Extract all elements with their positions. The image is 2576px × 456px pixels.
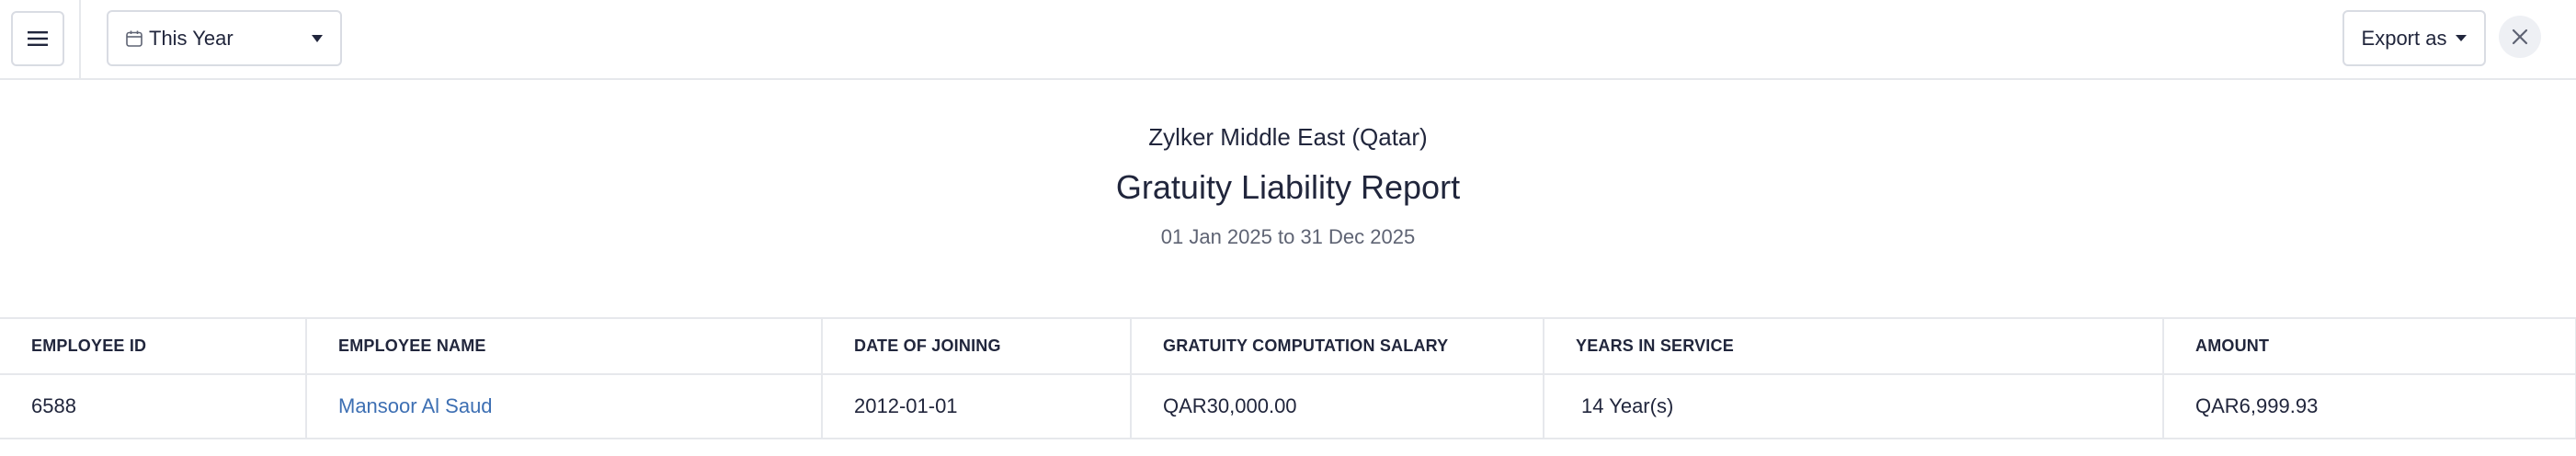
calendar-icon [125, 29, 143, 48]
column-header-years-in-service[interactable]: YEARS IN SERVICE [1543, 317, 2164, 375]
caret-down-icon [311, 34, 324, 43]
column-header-amount[interactable]: AMOUNT [2162, 317, 2576, 375]
cell-gratuity-salary: QAR30,000.00 [1130, 373, 1544, 439]
close-icon [2512, 28, 2528, 45]
report-toolbar: This Year Export as [0, 0, 2576, 80]
caret-down-icon [2456, 34, 2468, 42]
period-dropdown[interactable]: This Year [107, 10, 342, 66]
column-header-employee-id[interactable]: EMPLOYEE ID [0, 317, 307, 375]
cell-amount: QAR6,999.93 [2162, 373, 2576, 439]
export-as-label: Export as [2361, 26, 2447, 50]
hamburger-menu-icon [28, 31, 48, 46]
toolbar-divider [79, 0, 81, 80]
export-as-button[interactable]: Export as [2342, 10, 2486, 66]
menu-button[interactable] [11, 11, 64, 66]
column-header-employee-name[interactable]: EMPLOYEE NAME [305, 317, 823, 375]
employee-name-link[interactable]: Mansoor Al Saud [338, 394, 493, 417]
cell-date-of-joining: 2012-01-01 [821, 373, 1132, 439]
period-selected-value: This Year [149, 26, 234, 50]
close-button[interactable] [2499, 16, 2541, 58]
cell-employee-id: 6588 [0, 373, 307, 439]
organization-name: Zylker Middle East (Qatar) [1148, 123, 1428, 151]
report-date-range: 01 Jan 2025 to 31 Dec 2025 [1160, 225, 1416, 248]
gratuity-liability-table: EMPLOYEE ID EMPLOYEE NAME DATE OF JOININ… [0, 317, 2576, 439]
column-header-date-of-joining[interactable]: DATE OF JOINING [821, 317, 1132, 375]
column-header-gratuity-salary[interactable]: GRATUITY COMPUTATION SALARY [1130, 317, 1544, 375]
cell-employee-name: Mansoor Al Saud [305, 373, 823, 439]
report-title: Gratuity Liability Report [1115, 168, 1461, 206]
cell-years-in-service: 14 Year(s) [1543, 373, 2164, 439]
table-row: 6588 Mansoor Al Saud 2012-01-01 QAR30,00… [0, 373, 2576, 439]
table-header-row: EMPLOYEE ID EMPLOYEE NAME DATE OF JOININ… [0, 317, 2576, 375]
